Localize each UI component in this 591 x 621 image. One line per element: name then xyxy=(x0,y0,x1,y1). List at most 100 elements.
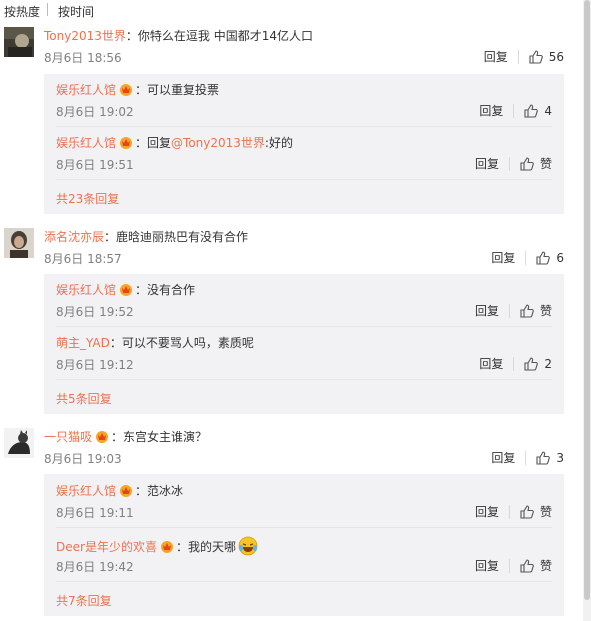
vip-crown-badge-icon xyxy=(120,284,133,296)
thumbs-up-icon xyxy=(536,450,551,465)
reply-button[interactable]: 回复 xyxy=(479,102,503,119)
comment-text: ：东宫女主谁演？ xyxy=(111,430,208,444)
reply-time: 8月6日 19:51 xyxy=(56,158,134,172)
action-divider xyxy=(508,504,510,519)
avatar[interactable] xyxy=(4,428,34,458)
comment-line: 添名沈亦辰：鹿晗迪丽热巴有没有合作 xyxy=(44,228,248,245)
reply-divider xyxy=(56,179,552,180)
like-count: 2 xyxy=(544,356,552,371)
comment-line: 一只猫吸 ：东宫女主谁演？ xyxy=(44,428,207,445)
replier-name[interactable]: 娱乐红人馆 xyxy=(56,283,116,297)
sort-by-time-tab[interactable]: 按时间 xyxy=(58,3,94,20)
reply-text: ：可以不要骂人吗，素质呢 xyxy=(109,336,254,350)
like-button[interactable]: 赞 xyxy=(520,155,552,172)
comment-text: ：鹿晗迪丽热巴有没有合作 xyxy=(104,230,249,244)
like-button[interactable]: 4 xyxy=(524,104,552,118)
like-button[interactable]: 6 xyxy=(536,251,564,265)
mention-link[interactable]: @Tony2013世界 xyxy=(171,136,265,150)
reply-line: 萌主_YAD：可以不要骂人吗，素质呢 xyxy=(56,334,254,351)
laughing-tears-emoji-icon xyxy=(238,536,258,556)
thumbs-up-icon xyxy=(524,356,539,371)
like-button[interactable]: 赞 xyxy=(520,557,552,574)
thumbs-up-icon xyxy=(536,250,551,265)
avatar[interactable] xyxy=(4,228,34,258)
thumbs-up-icon xyxy=(520,558,534,573)
reply-time: 8月6日 19:11 xyxy=(56,506,134,520)
avatar[interactable] xyxy=(4,27,34,57)
vip-crown-badge-icon xyxy=(160,541,173,553)
commenter-name[interactable]: 添名沈亦辰 xyxy=(44,230,104,244)
replies-panel-2: 娱乐红人馆 ：没有合作 8月6日 19:52 回复 赞 萌主_YAD：可以不要骂人… xyxy=(44,274,564,414)
like-count: 3 xyxy=(556,450,564,465)
like-count: 赞 xyxy=(539,559,552,573)
reply-button[interactable]: 回复 xyxy=(475,557,499,574)
reply-button[interactable]: 回复 xyxy=(475,155,499,172)
replier-name[interactable]: 娱乐红人馆 xyxy=(56,83,116,97)
comment-actions: 回复 3 xyxy=(491,449,564,466)
scrollbar[interactable] xyxy=(583,0,591,621)
reply-text-prefix: ：回复 xyxy=(135,136,172,150)
more-replies-link[interactable]: 共5条回复 xyxy=(56,390,112,407)
reply-button[interactable]: 回复 xyxy=(475,503,499,520)
reply-button[interactable]: 回复 xyxy=(475,302,499,319)
reply-text: :好的 xyxy=(264,136,293,150)
reply-button[interactable]: 回复 xyxy=(479,355,503,372)
replier-name[interactable]: 萌主_YAD xyxy=(56,336,110,350)
reply-time: 8月6日 19:02 xyxy=(56,105,134,119)
reply-actions: 回复 赞 xyxy=(475,302,552,319)
reply-line: Deer是年少的欢喜 ：我的天哪 xyxy=(56,536,258,556)
like-button[interactable]: 56 xyxy=(529,50,564,64)
like-count: 赞 xyxy=(539,304,552,318)
scrollbar-thumb[interactable] xyxy=(584,0,590,600)
comment-actions: 回复 6 xyxy=(491,249,564,266)
like-button[interactable]: 赞 xyxy=(520,503,552,520)
comment-text: ：你特么在逗我 中国都才14亿人口 xyxy=(125,29,313,43)
sort-by-hot-tab[interactable]: 按热度 xyxy=(4,3,40,20)
like-button[interactable]: 3 xyxy=(536,451,564,465)
reply-line: 娱乐红人馆 ：范冰冰 xyxy=(56,482,183,499)
reply-actions: 回复 赞 xyxy=(475,155,552,172)
reply-button[interactable]: 回复 xyxy=(491,249,515,266)
like-button[interactable]: 赞 xyxy=(520,302,552,319)
thumbs-up-icon xyxy=(520,303,534,318)
action-divider xyxy=(525,250,527,265)
vip-crown-badge-icon xyxy=(120,485,133,497)
reply-divider xyxy=(56,126,552,127)
reply-divider xyxy=(56,379,552,380)
like-count: 赞 xyxy=(539,157,552,171)
reply-divider xyxy=(56,326,552,327)
action-divider xyxy=(508,156,510,171)
more-replies-link[interactable]: 共7条回复 xyxy=(56,592,112,609)
vip-crown-badge-icon xyxy=(120,84,133,96)
more-replies-link[interactable]: 共23条回复 xyxy=(56,190,119,207)
vip-crown-badge-icon xyxy=(96,431,109,443)
reply-text: ：可以重复投票 xyxy=(135,83,220,97)
replies-panel-1: 娱乐红人馆 ：可以重复投票 8月6日 19:02 回复 4 娱乐红人馆 ：回复@To… xyxy=(44,74,564,214)
replier-name[interactable]: 娱乐红人馆 xyxy=(56,484,116,498)
reply-text: ：我的天哪 xyxy=(175,540,236,554)
thumbs-up-icon xyxy=(524,103,539,118)
action-divider xyxy=(513,356,515,371)
sort-bar: 按热度 按时间 xyxy=(0,0,580,20)
like-button[interactable]: 2 xyxy=(524,357,552,371)
reply-text: ：范冰冰 xyxy=(135,484,184,498)
vip-crown-badge-icon xyxy=(120,137,133,149)
reply-time: 8月6日 19:52 xyxy=(56,305,134,319)
comment-time: 8月6日 18:57 xyxy=(44,252,122,266)
thumbs-up-icon xyxy=(529,49,543,64)
replier-name[interactable]: Deer是年少的欢喜 xyxy=(56,540,157,554)
reply-line: 娱乐红人馆 ：可以重复投票 xyxy=(56,81,219,98)
reply-time: 8月6日 19:42 xyxy=(56,560,134,574)
commenter-name[interactable]: Tony2013世界 xyxy=(44,29,126,43)
commenter-name[interactable]: 一只猫吸 xyxy=(44,430,92,444)
replier-name[interactable]: 娱乐红人馆 xyxy=(56,136,116,150)
comment-time: 8月6日 19:03 xyxy=(44,452,122,466)
comment-line: Tony2013世界：你特么在逗我 中国都才14亿人口 xyxy=(44,27,313,44)
comment-time: 8月6日 18:56 xyxy=(44,51,122,65)
reply-button[interactable]: 回复 xyxy=(484,48,508,65)
reply-button[interactable]: 回复 xyxy=(491,449,515,466)
reply-divider xyxy=(56,581,552,582)
action-divider xyxy=(513,103,515,118)
like-count: 56 xyxy=(548,49,564,64)
reply-line: 娱乐红人馆 ：没有合作 xyxy=(56,281,195,298)
